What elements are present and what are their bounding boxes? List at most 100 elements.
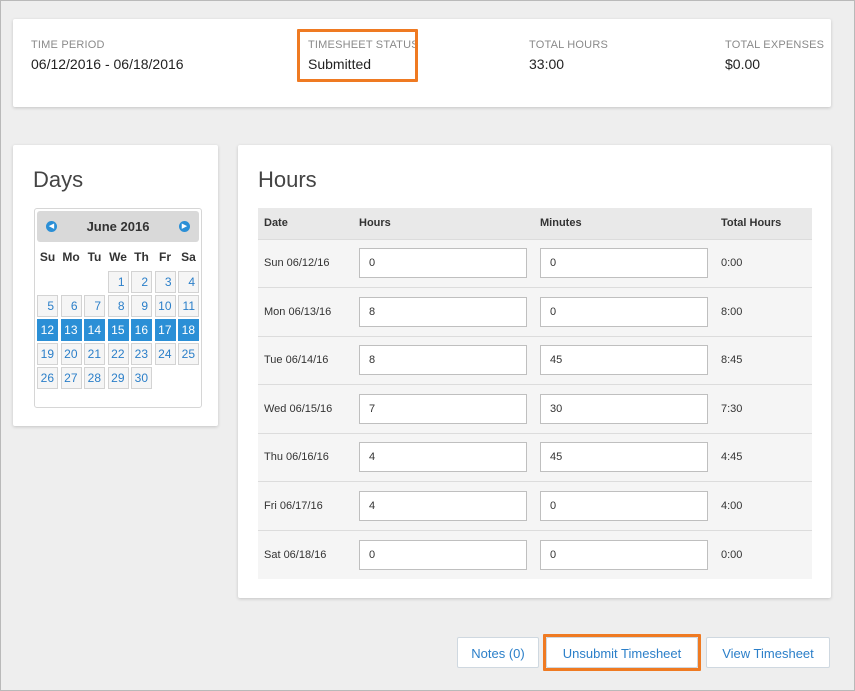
hours-cell [353,481,534,530]
calendar-day[interactable]: 14 [84,319,105,341]
calendar-day[interactable]: 21 [84,343,105,365]
calendar-day[interactable]: 13 [60,319,82,341]
minutes-input[interactable] [540,442,708,473]
row-date: Mon 06/13/16 [258,287,353,336]
minutes-input[interactable] [540,296,708,327]
calendar-day[interactable]: 28 [84,367,105,389]
total-expenses-label: TOTAL EXPENSES [725,39,825,51]
hours-input[interactable] [359,296,527,327]
weekday-header: We [109,250,127,264]
calendar-day[interactable]: 24 [154,343,176,365]
calendar-day[interactable]: 20 [60,343,82,365]
hours-input[interactable] [359,248,527,279]
table-row: Sun 06/12/16 0:00 [258,238,812,288]
minutes-cell [534,287,715,336]
calendar-day[interactable]: 23 [131,343,152,365]
calendar-day[interactable]: 2 [131,271,152,293]
minutes-cell [534,335,715,385]
minutes-input[interactable] [540,539,708,570]
weekday-header: Mo [62,250,80,264]
hours-input[interactable] [359,345,527,376]
minutes-input[interactable] [540,345,708,376]
table-row: Fri 06/17/16 4:00 [258,481,812,530]
chevron-right-icon[interactable]: ▶ [179,221,190,232]
table-row: Wed 06/15/16 7:30 [258,384,812,433]
calendar-day[interactable]: 12 [37,319,58,341]
calendar-day[interactable]: 29 [107,367,129,389]
unsubmit-timesheet-button[interactable]: Unsubmit Timesheet [546,637,698,668]
hours-input[interactable] [359,393,527,424]
hours-input[interactable] [359,539,527,570]
calendar-day[interactable]: 1 [107,271,129,293]
row-date: Wed 06/15/16 [258,384,353,433]
calendar-day[interactable]: 11 [178,295,199,317]
calendar-day[interactable]: 15 [107,319,129,341]
row-date: Sat 06/18/16 [258,529,353,579]
calendar-day[interactable]: 22 [107,343,129,365]
calendar-day[interactable]: 9 [131,295,152,317]
calendar-day[interactable]: 4 [178,271,199,293]
hours-table: Date Hours Minutes Total Hours Sun 06/12… [258,208,812,579]
calendar-day[interactable]: 19 [37,343,58,365]
total-hours: TOTAL HOURS 33:00 [529,39,608,72]
row-date: Sun 06/12/16 [258,238,353,288]
total-hours-value: 33:00 [529,56,565,72]
hours-cell [353,384,534,433]
notes-button[interactable]: Notes (0) [457,637,539,668]
weekday-header: Sa [181,250,196,264]
minutes-cell [534,432,715,482]
hours-cell [353,529,534,579]
calendar: ◀ June 2016 ▶ Su Mo Tu We Th Fr Sa 1 2 3 4 5 6 7 8 9 10 1… [34,208,202,408]
hours-title: Hours [258,167,317,192]
calendar-day[interactable]: 30 [131,367,152,389]
row-total-hours: 4:00 [715,481,812,530]
minutes-cell [534,238,715,288]
hours-cell [353,432,534,482]
calendar-blank [37,271,58,293]
total-expenses: TOTAL EXPENSES $0.00 [725,39,824,72]
total-expenses-value: $0.00 [725,56,761,72]
hours-input[interactable] [359,490,527,521]
row-date: Fri 06/17/16 [258,481,353,530]
calendar-day[interactable]: 8 [107,295,129,317]
row-total-hours: 0:00 [715,238,812,288]
calendar-day[interactable]: 26 [37,367,58,389]
row-total-hours: 8:45 [715,335,812,385]
minutes-input[interactable] [540,248,708,279]
minutes-input[interactable] [540,490,708,521]
minutes-cell [534,384,715,433]
calendar-day[interactable]: 27 [60,367,82,389]
calendar-day[interactable]: 17 [154,319,176,341]
calendar-header: ◀ June 2016 ▶ [37,211,199,242]
table-row: Thu 06/16/16 4:45 [258,432,812,482]
calendar-grid: Su Mo Tu We Th Fr Sa 1 2 3 4 5 6 7 8 9 10 11 12 13 14 15 16 17 1… [37,245,199,389]
calendar-day[interactable]: 16 [131,319,152,341]
table-row: Mon 06/13/16 8:00 [258,287,812,336]
calendar-blank [61,271,82,293]
weekday-header: Tu [87,250,102,264]
time-period-value: 06/12/2016 - 06/18/2016 [31,56,184,72]
timesheet-summary: TIME PERIOD 06/12/2016 - 06/18/2016 TIME… [13,19,831,107]
calendar-day[interactable]: 25 [178,343,199,365]
chevron-left-icon[interactable]: ◀ [46,221,57,232]
calendar-day[interactable]: 5 [37,295,58,317]
column-header-date: Date [258,208,353,239]
row-date: Thu 06/16/16 [258,432,353,482]
calendar-day[interactable]: 7 [84,295,105,317]
calendar-day[interactable]: 6 [60,295,82,317]
minutes-cell [534,481,715,530]
column-header-hours: Hours [353,208,534,239]
weekday-header: Fr [159,250,171,264]
calendar-month: June 2016 [86,219,150,234]
calendar-day[interactable]: 10 [154,295,176,317]
minutes-cell [534,529,715,579]
calendar-day[interactable]: 18 [178,319,199,341]
calendar-day[interactable]: 3 [154,271,176,293]
days-panel: Days ◀ June 2016 ▶ Su Mo Tu We Th Fr Sa 1 2 3 4 5 6 7… [13,145,218,426]
view-timesheet-button[interactable]: View Timesheet [706,637,830,668]
row-total-hours: 8:00 [715,287,812,336]
minutes-input[interactable] [540,393,708,424]
hours-input[interactable] [359,442,527,473]
weekday-header: Th [134,250,149,264]
row-total-hours: 7:30 [715,384,812,433]
